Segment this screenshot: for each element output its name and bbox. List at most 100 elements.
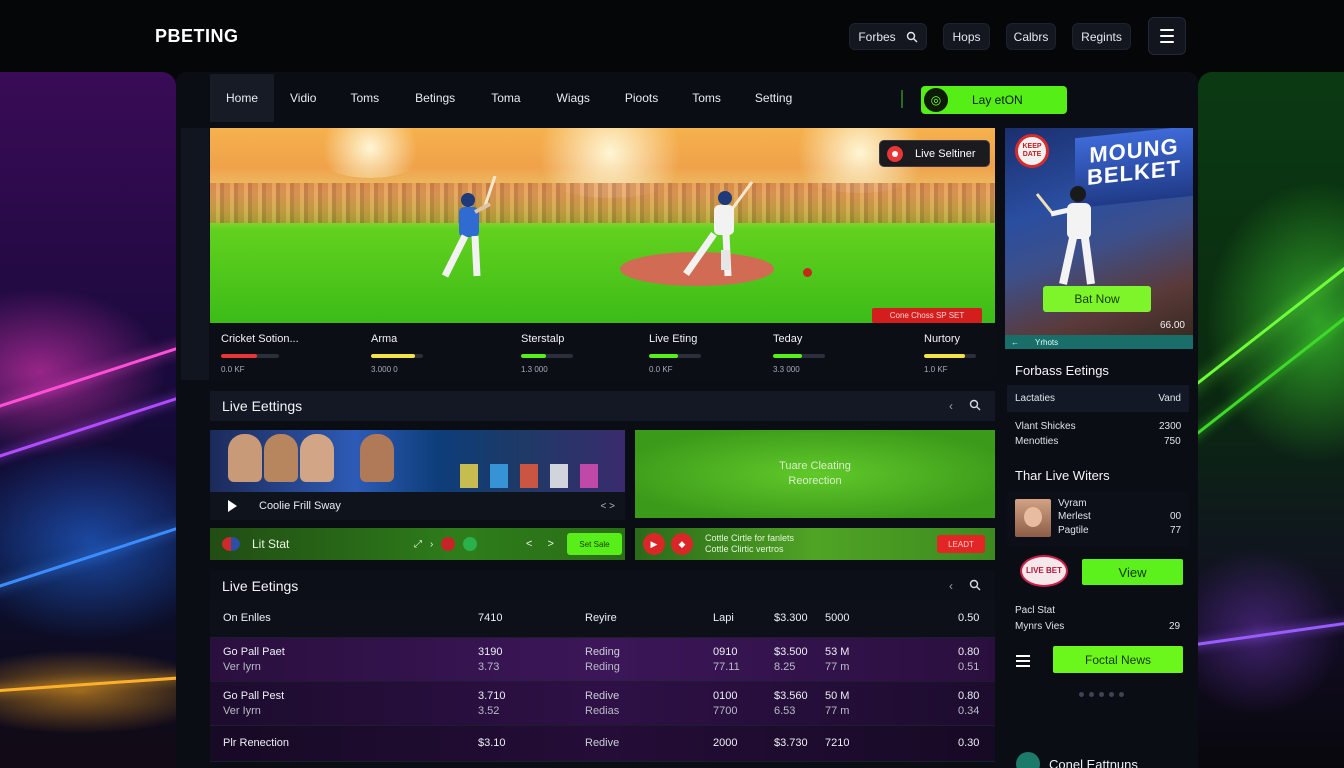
nav-pioots[interactable]: Pioots	[608, 74, 675, 122]
pacl-stat-sub: Mynrs Vies	[1015, 621, 1065, 632]
card-nav-arrows[interactable]: < >	[601, 501, 615, 512]
match-preview-card[interactable]: Tuare Cleating Reorection	[635, 430, 995, 518]
nav-home[interactable]: Home	[210, 74, 275, 122]
row-name: Go Pall Paet Ver Iyrn	[223, 646, 285, 673]
col-header: Lapi	[713, 612, 734, 624]
table-row[interactable]: Plr Renection $3.10 Redive 2000 $3.730 7…	[210, 726, 995, 762]
row-value: 2000	[713, 737, 738, 749]
winner-name: Vyram	[1058, 498, 1087, 509]
crowd-banner	[490, 464, 508, 488]
stat-fill	[773, 354, 802, 358]
stat-sub: 3.000 0	[371, 365, 398, 374]
search-icon[interactable]	[969, 399, 981, 411]
stat-name: Teday	[773, 333, 803, 345]
row-value: Reding Reding	[585, 646, 620, 673]
row-value: 0.80 0.34	[958, 690, 980, 717]
stat-name: Arma	[371, 333, 398, 345]
neon-streak	[1198, 292, 1344, 455]
stat-name: Sterstalp	[521, 333, 565, 345]
leadt-button[interactable]: LEADT	[937, 535, 985, 553]
col-header: Reyire	[585, 612, 617, 624]
stat-bar	[221, 354, 279, 358]
list-icon[interactable]	[1016, 655, 1030, 667]
promo-badge: KEEP DATE	[1015, 134, 1049, 168]
pagination-dots[interactable]	[1079, 692, 1124, 697]
crowd-banner	[550, 464, 568, 488]
live-stat-label: Lit Stat	[252, 537, 290, 551]
neon-streak	[0, 672, 176, 695]
stat-sub: 3.3 000	[773, 365, 800, 374]
crowd-stands	[210, 183, 995, 223]
foctal-news-button[interactable]: Foctal News	[1053, 646, 1183, 673]
topbar-calbrs-button[interactable]: Calbrs	[1006, 23, 1056, 50]
record-icon[interactable]	[441, 537, 456, 551]
topbar-hops-button[interactable]: Hops	[943, 23, 990, 50]
expand-icon[interactable]: ⤢	[414, 539, 422, 550]
pacl-stat-value: 29	[1169, 621, 1181, 632]
play-icon[interactable]: ▶	[643, 533, 665, 555]
promo-artwork[interactable]: MOUNG BELKET KEEP DATE Bat Now 66.00	[1005, 128, 1193, 335]
row-value: Redive Redias	[585, 690, 620, 717]
topbar-regints-button[interactable]: Regints	[1072, 23, 1131, 50]
forbass-col-right: Vand	[1158, 393, 1181, 404]
live-badge[interactable]: Live Seltiner	[879, 140, 990, 167]
stat-item: Live Eting 0.0 KF	[649, 333, 701, 374]
cricket-ball	[803, 268, 812, 277]
row-name: Plr Renection	[223, 737, 290, 749]
col-header: $3.300	[774, 612, 808, 624]
nav-setting[interactable]: Setting	[738, 74, 809, 122]
forbass-row-label: Vlant Shickes	[1015, 421, 1076, 432]
table-header-row: On Enlles 7410 Reyire Lapi $3.300 5000 0…	[210, 600, 995, 638]
hero-match-banner[interactable]	[210, 128, 995, 323]
live-table-header: Live Eetings ‹	[210, 571, 995, 601]
crowd-banner	[580, 464, 598, 488]
nav-toma[interactable]: Toma	[473, 74, 538, 122]
table-row[interactable]: Go Pall Paet Ver Iyrn 3190 3.73 Reding Redi…	[210, 638, 995, 682]
nav-toms-2[interactable]: Toms	[675, 74, 738, 122]
stat-fill	[521, 354, 546, 358]
winner-value: 77	[1170, 525, 1182, 536]
section-title: Live Eetings	[222, 578, 299, 594]
live-match-card[interactable]: Coolie Frill Sway < >	[210, 430, 625, 520]
winner-card[interactable]: Vyram Merlest Pagtile 00 77	[1007, 492, 1189, 547]
play-icon[interactable]	[228, 500, 237, 512]
row-value: $3.560 6.53	[774, 690, 808, 717]
winner-value: 00	[1170, 511, 1182, 522]
row-value: 7210	[825, 737, 850, 749]
chevron-left-icon[interactable]: ‹	[949, 579, 953, 593]
alert-line-1: Cottle Cirtle for fanlets	[705, 533, 795, 543]
top-bar: PBETING Forbes Hops Calbrs Regints	[0, 0, 1344, 72]
set-sale-button[interactable]: Set Sale	[567, 533, 622, 555]
view-button[interactable]: View	[1082, 559, 1183, 585]
topbar-forbes-button[interactable]: Forbes	[849, 23, 927, 50]
hamburger-icon[interactable]	[1148, 17, 1186, 55]
chevron-left-icon[interactable]: ‹	[949, 399, 953, 413]
left-gutter	[181, 128, 209, 380]
section-tools: ‹	[949, 579, 981, 593]
search-icon	[906, 31, 918, 42]
arrow-left-icon[interactable]: ←	[1011, 338, 1019, 347]
nav-wiags[interactable]: Wiags	[539, 74, 608, 122]
crowd-banner	[460, 464, 478, 488]
nav-betings[interactable]: Betings	[397, 74, 473, 122]
row-value: $3.730	[774, 737, 808, 749]
table-row[interactable]: Go Pall Pest Ver Iyrn 3.710 3.52 Redive Red…	[210, 682, 995, 726]
row-value: 0.80 0.51	[958, 646, 980, 673]
search-icon[interactable]	[969, 579, 981, 591]
chevron-right-icon[interactable]: ›	[430, 539, 433, 550]
nav-arrows[interactable]: < >	[526, 538, 560, 550]
row-value: 3190 3.73	[478, 646, 503, 673]
topbar-button-label: Regints	[1081, 29, 1122, 44]
stat-bar	[649, 354, 701, 358]
row-value: $3.10	[478, 737, 506, 749]
left-decor-panel	[0, 72, 176, 768]
bet-now-button[interactable]: Bat Now	[1043, 286, 1151, 312]
row-value: 50 M 77 m	[825, 690, 850, 717]
nav-vidio[interactable]: Vidio	[274, 74, 332, 122]
live-icon: ◎	[924, 88, 948, 112]
live-bet-button[interactable]: ◎ Lay etON	[921, 86, 1067, 114]
nav-toms[interactable]: Toms	[332, 74, 397, 122]
col-header: 0.50	[958, 612, 980, 624]
nav-divider	[901, 90, 903, 108]
match-card-title: Coolie Frill Sway	[259, 500, 341, 512]
